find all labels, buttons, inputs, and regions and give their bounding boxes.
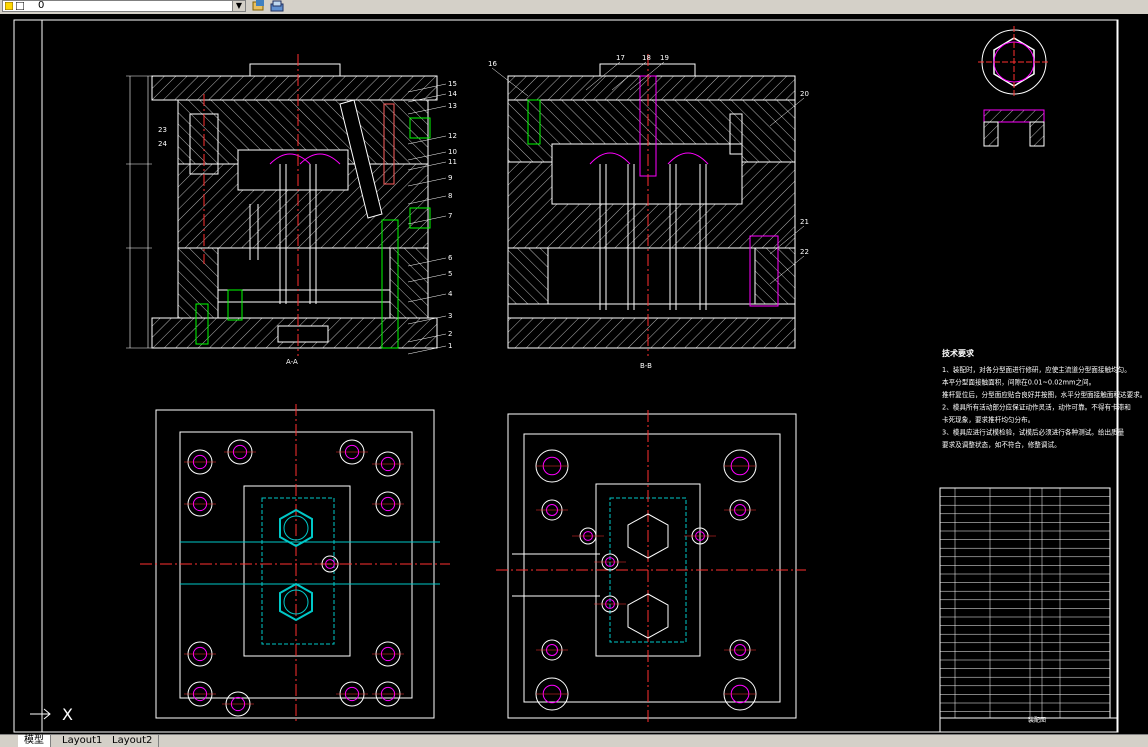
plan-view-right bbox=[496, 410, 806, 724]
callout-number: 11 bbox=[448, 158, 457, 166]
layer-color-icon bbox=[16, 2, 24, 10]
callout-number: 10 bbox=[448, 148, 457, 156]
callout-number: 22 bbox=[800, 248, 809, 256]
callout-number: 21 bbox=[800, 218, 809, 226]
section-a-label: A-A bbox=[286, 358, 298, 366]
callout-number: 24 bbox=[158, 140, 167, 148]
section-a-view: A-A bbox=[126, 54, 438, 366]
title-block-label: 装配图 bbox=[1028, 716, 1046, 724]
tech-req-line: 3、模具应进行试模检验，试模后必须进行各种测试。给出质量 bbox=[942, 428, 1125, 437]
callout-number: 8 bbox=[448, 192, 452, 200]
technical-requirements: 技术要求 1、装配时，对各分型面进行修研，应使主流道分型面接触均匀。本平分型面接… bbox=[942, 348, 1146, 449]
tech-req-line: 推杆复位后，分型面应贴合良好并按图，水平分型面接触面积达要求。 bbox=[942, 390, 1146, 399]
callout-number: 3 bbox=[448, 312, 452, 320]
tech-req-title: 技术要求 bbox=[942, 348, 975, 358]
toolbar: 0 ▼ bbox=[0, 0, 1148, 15]
layer-value: 0 bbox=[38, 0, 45, 11]
tab-layout1[interactable]: Layout1 bbox=[56, 735, 110, 747]
callout-number: 12 bbox=[448, 132, 457, 140]
callout-number: 23 bbox=[158, 126, 167, 134]
layer-previous-icon[interactable] bbox=[252, 0, 266, 12]
callout-number: 4 bbox=[448, 290, 453, 298]
part-detail-view bbox=[978, 26, 1050, 147]
layer-properties-icon[interactable] bbox=[270, 0, 284, 12]
drawing-canvas[interactable]: A-A 15 14 13 12 10 11 9 8 7 6 5 4 3 2 1 23 24 B-B 16 17 18… bbox=[0, 14, 1148, 734]
section-b-view: B-B bbox=[507, 54, 796, 370]
callout-number: 5 bbox=[448, 270, 452, 278]
callout-number: 19 bbox=[660, 54, 669, 62]
layer-state-icon bbox=[5, 2, 13, 10]
tab-layout2[interactable]: Layout2 bbox=[106, 735, 160, 747]
section-b-label: B-B bbox=[640, 362, 652, 370]
plan-left-holes bbox=[184, 439, 404, 717]
callout-number: 14 bbox=[448, 90, 457, 98]
ucs-icon: X bbox=[30, 700, 90, 734]
callout-number: 15 bbox=[448, 80, 457, 88]
tech-req-line: 1、装配时，对各分型面进行修研，应使主流道分型面接触均匀。 bbox=[942, 365, 1131, 374]
tech-req-line: 要求及调整状态，如不符合，修整调试。 bbox=[942, 440, 1061, 449]
callout-number: 20 bbox=[800, 90, 809, 98]
plan-view-left bbox=[140, 404, 450, 724]
svg-text:X: X bbox=[62, 705, 73, 724]
callout-number: 13 bbox=[448, 102, 457, 110]
layer-dropdown[interactable]: 0 ▼ bbox=[2, 0, 246, 12]
callout-number: 2 bbox=[448, 330, 452, 338]
callout-number: 7 bbox=[448, 212, 452, 220]
parts-list-table: 装配图 bbox=[939, 487, 1118, 733]
plan-right-holes bbox=[535, 449, 757, 711]
callout-number: 18 bbox=[642, 54, 651, 62]
callout-number: 6 bbox=[448, 254, 453, 262]
chevron-down-icon[interactable]: ▼ bbox=[232, 1, 245, 11]
callout-number: 1 bbox=[448, 342, 452, 350]
tech-req-line: 卡死现象，要求推杆均匀分布。 bbox=[942, 415, 1034, 424]
layout-tabs: 模型 Layout1 Layout2 bbox=[0, 734, 1148, 747]
tech-req-line: 本平分型面接触面积，间隙在0.01~0.02mm之间。 bbox=[942, 378, 1095, 387]
callout-number: 9 bbox=[448, 174, 452, 182]
tab-model[interactable]: 模型 bbox=[18, 735, 51, 747]
callout-number: 16 bbox=[488, 60, 497, 68]
callout-number: 17 bbox=[616, 54, 625, 62]
tech-req-line: 2、模具所有活动部分应保证动作灵活，动作可靠。不得有卡滞和 bbox=[942, 403, 1131, 412]
cad-drawing: A-A 1514131210119876543212324 B-B 1617 18… bbox=[13, 19, 1146, 733]
